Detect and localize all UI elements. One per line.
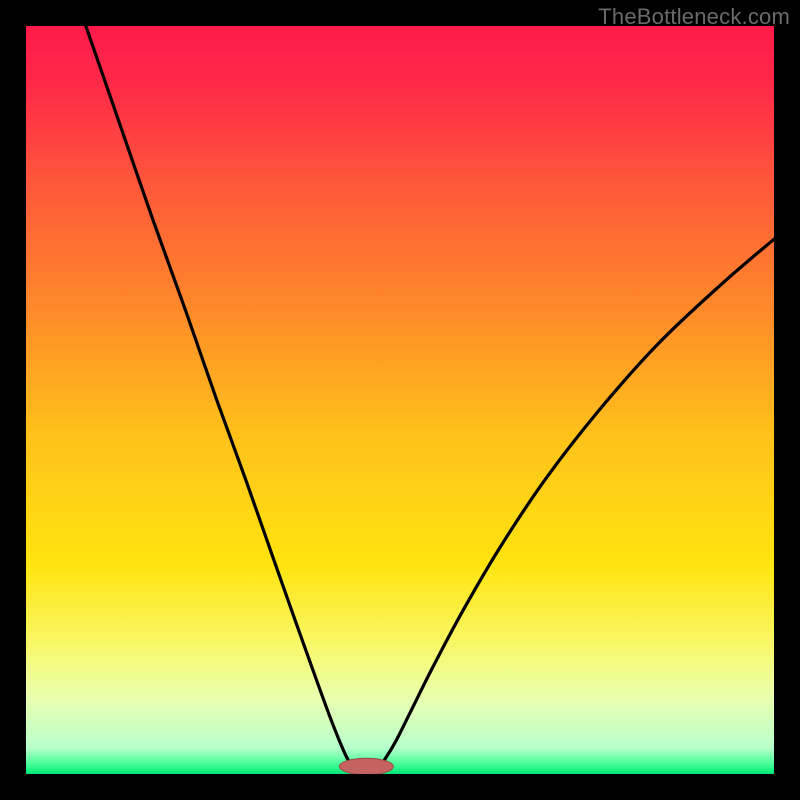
plot-background bbox=[26, 26, 774, 774]
watermark-text: TheBottleneck.com bbox=[598, 4, 790, 30]
minimum-marker bbox=[339, 758, 393, 774]
plot-svg bbox=[26, 26, 774, 774]
plot-frame bbox=[26, 26, 774, 774]
